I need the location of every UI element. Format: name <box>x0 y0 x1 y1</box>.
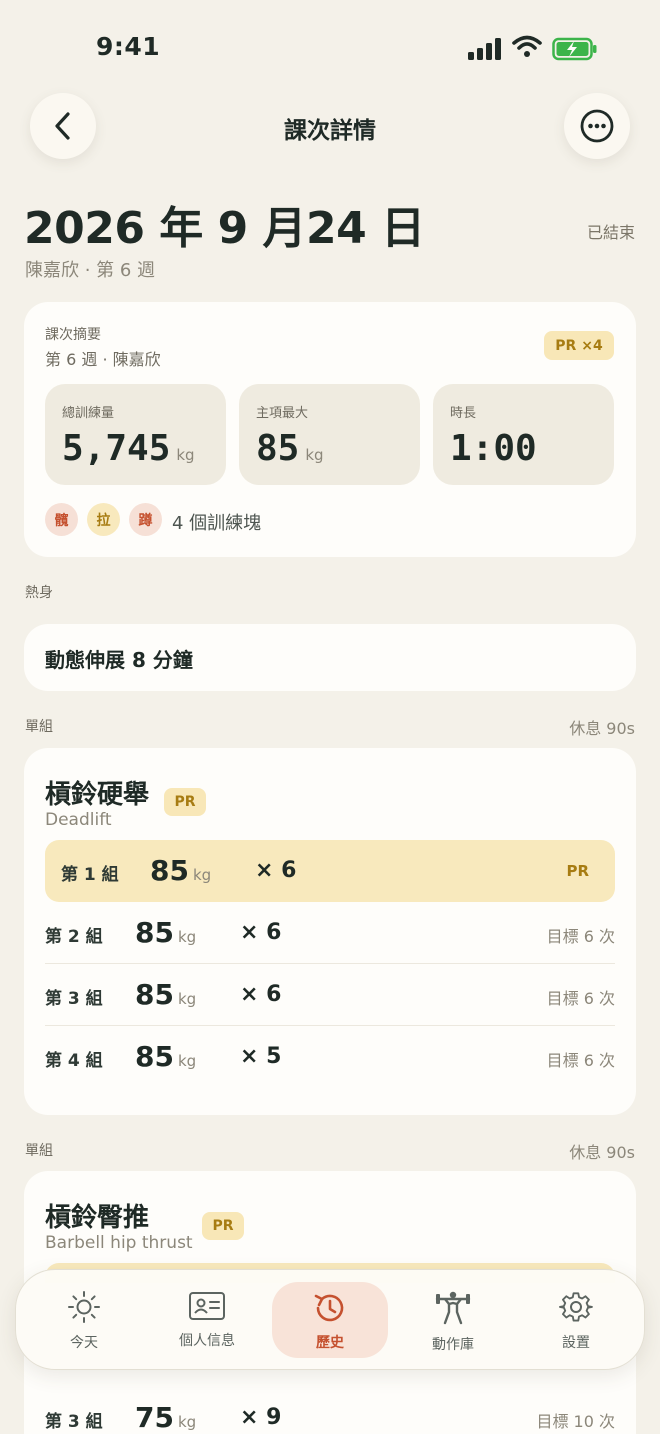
warmup-text: 動態伸展 8 分鐘 <box>45 648 193 672</box>
set-reps: × 6 <box>255 858 297 883</box>
history-icon <box>314 1294 344 1322</box>
exercise-english-name: Barbell hip thrust <box>45 1233 193 1253</box>
set-reps: × 6 <box>240 920 282 945</box>
tab-label: 今天 <box>70 1335 98 1351</box>
summary-card: 課次摘要 第 6 週 · 陳嘉欣 PR ×4 總訓練量 5,745 kg 主項最大… <box>24 302 636 557</box>
rest-time: 休息 90s <box>569 1143 635 1162</box>
exercise-card-deadlift[interactable]: 槓鈴硬舉 PR Deadlift 第 1 組 85 kg × 6 PR 第 2 組… <box>24 748 636 1115</box>
stat-value: 1:00 <box>450 428 537 469</box>
exercise-pr-badge: PR <box>164 788 206 816</box>
session-status: 已結束 <box>586 223 635 242</box>
tab-history[interactable]: 歷史 <box>272 1282 388 1358</box>
rest-time: 休息 90s <box>569 719 635 738</box>
stat-duration: 時長 1:00 <box>433 384 614 485</box>
pr-count-badge: PR ×4 <box>544 331 614 360</box>
summary-label: 課次摘要 <box>45 327 101 343</box>
stat-value: 5,745 kg <box>62 428 195 469</box>
more-options-button[interactable] <box>564 93 630 159</box>
stat-total-volume: 總訓練量 5,745 kg <box>45 384 226 485</box>
set-weight: 75 kg <box>135 1401 197 1434</box>
tab-label: 動作庫 <box>432 1337 474 1353</box>
set-weight: 85 kg <box>135 916 197 949</box>
gear-icon <box>559 1292 593 1322</box>
set-row[interactable]: 第 2 組 85 kg × 6 目標 6 次 <box>45 902 615 964</box>
set-target: 目標 6 次 <box>546 989 615 1008</box>
set-label: 第 1 組 <box>61 865 119 885</box>
set-reps: × 9 <box>240 1405 282 1430</box>
status-time: 9:41 <box>96 32 161 61</box>
tab-settings[interactable]: 設置 <box>518 1282 634 1358</box>
tab-profile[interactable]: 個人信息 <box>149 1282 265 1358</box>
stat-label: 時長 <box>450 406 477 421</box>
set-target: 目標 6 次 <box>546 1051 615 1070</box>
stat-value: 85 kg <box>256 428 324 469</box>
warmup-section-label: 熱身 <box>25 585 53 601</box>
tag-pull: 拉 <box>87 503 120 536</box>
set-label: 第 4 組 <box>45 1051 103 1071</box>
set-weight: 85 kg <box>135 1040 197 1073</box>
weightlifter-icon <box>435 1291 471 1325</box>
set-weight: 85 kg <box>150 854 212 887</box>
warmup-card[interactable]: 動態伸展 8 分鐘 <box>24 624 636 691</box>
tag-hip: 髖 <box>45 503 78 536</box>
tag-squat: 蹲 <box>129 503 162 536</box>
set-label: 第 2 組 <box>45 927 103 947</box>
tab-bar: 今天 個人信息 歷史 動作庫 設置 <box>15 1269 645 1370</box>
set-row[interactable]: 第 3 組 85 kg × 6 目標 6 次 <box>45 964 615 1026</box>
sun-icon <box>68 1291 100 1323</box>
block-type-label: 單組 <box>25 1143 53 1159</box>
set-row[interactable]: 第 3 組 75 kg × 9 目標 10 次 <box>45 1387 615 1434</box>
exercise-name: 槓鈴硬舉 <box>45 780 150 810</box>
set-target: 目標 10 次 <box>536 1412 615 1431</box>
tab-label: 設置 <box>562 1335 590 1351</box>
session-date: 2026 年 9 月24 日 <box>24 203 425 254</box>
block-count: 4 個訓練塊 <box>172 513 262 534</box>
set-label: 第 3 組 <box>45 1412 103 1432</box>
status-bar: 9:41 <box>0 0 660 96</box>
tab-label: 個人信息 <box>179 1333 235 1349</box>
set-row[interactable]: 第 1 組 85 kg × 6 PR <box>45 840 615 902</box>
stat-main-max: 主項最大 85 kg <box>239 384 420 485</box>
stat-label: 主項最大 <box>256 406 309 421</box>
set-label: 第 3 組 <box>45 989 103 1009</box>
exercise-name: 槓鈴臀推 <box>45 1203 150 1233</box>
tab-label: 歷史 <box>316 1335 344 1351</box>
wifi-icon <box>512 35 542 57</box>
battery-charging-icon <box>552 37 597 61</box>
session-subtitle: 陳嘉欣 · 第 6 週 <box>25 260 156 281</box>
set-row[interactable]: 第 4 組 85 kg × 5 目標 6 次 <box>45 1026 615 1088</box>
stat-label: 總訓練量 <box>62 406 115 421</box>
id-card-icon <box>189 1292 225 1320</box>
tab-today[interactable]: 今天 <box>26 1282 142 1358</box>
set-weight: 85 kg <box>135 978 197 1011</box>
set-pr-label: PR <box>566 862 589 880</box>
set-reps: × 5 <box>240 1044 282 1069</box>
exercise-english-name: Deadlift <box>45 810 112 830</box>
more-dots-icon <box>580 109 614 143</box>
tab-exercise-library[interactable]: 動作庫 <box>395 1282 511 1358</box>
page-title: 課次詳情 <box>284 118 376 144</box>
summary-sub: 第 6 週 · 陳嘉欣 <box>45 350 161 369</box>
set-target: 目標 6 次 <box>546 927 615 946</box>
exercise-pr-badge: PR <box>202 1212 244 1240</box>
block-type-label: 單組 <box>25 719 53 735</box>
set-reps: × 6 <box>240 982 282 1007</box>
cellular-signal-icon <box>468 38 502 60</box>
